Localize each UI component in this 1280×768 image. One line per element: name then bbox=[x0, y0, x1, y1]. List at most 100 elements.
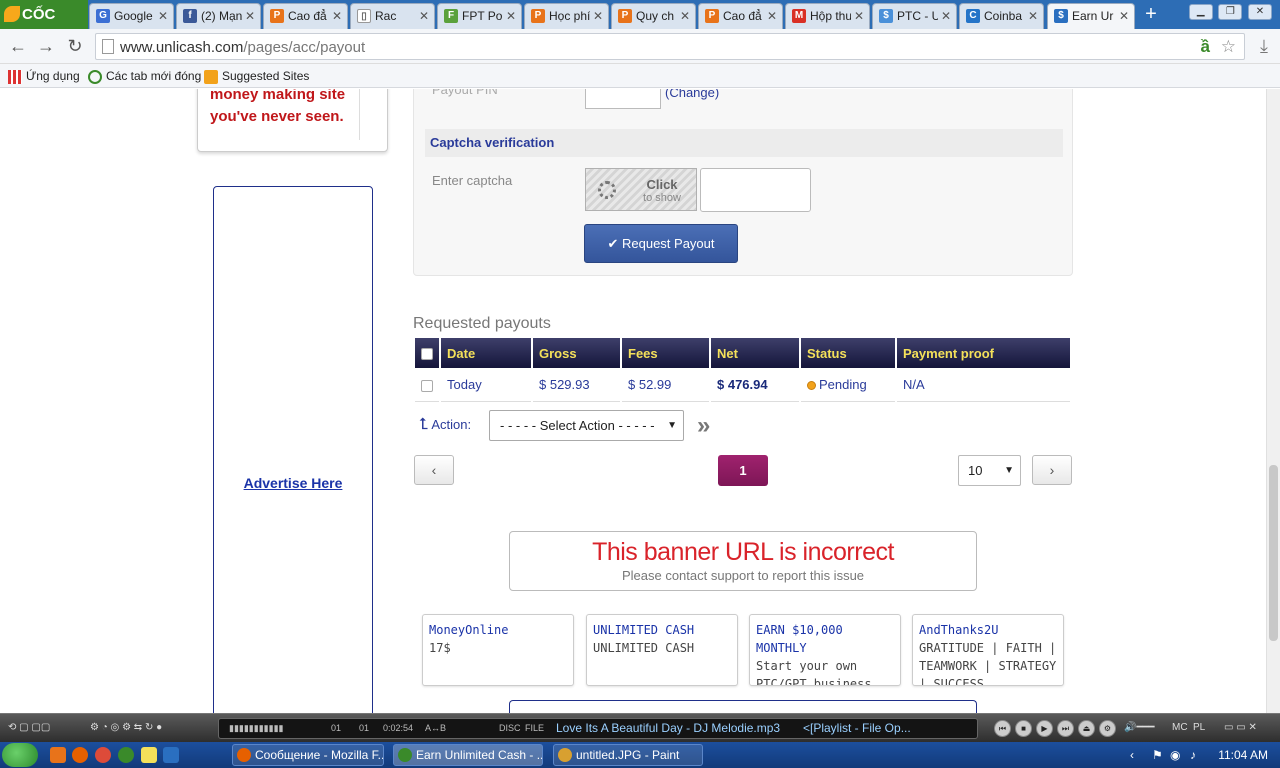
select-all-checkbox[interactable] bbox=[421, 348, 433, 361]
browser-tab[interactable]: $ PTC - U ✕ bbox=[872, 3, 957, 29]
browser-tab[interactable]: G Google ✕ bbox=[89, 3, 174, 29]
promo-scrollbar[interactable] bbox=[359, 89, 387, 140]
action-label: Action: bbox=[431, 417, 472, 432]
request-payout-button[interactable]: ✔ Request Payout bbox=[584, 224, 738, 263]
action-select[interactable]: - - - - - Select Action - - - - - ▼ bbox=[489, 410, 684, 441]
apps-grid-icon bbox=[8, 69, 22, 84]
chrome-icon[interactable] bbox=[95, 747, 111, 763]
volume-icon[interactable]: 🔊━━━ bbox=[1124, 718, 1155, 738]
page-size-select[interactable]: 10 ▼ bbox=[958, 455, 1021, 486]
suggested-sites-icon bbox=[204, 69, 218, 84]
player-menu-icons[interactable]: ⟲ ▢ ▢▢ bbox=[8, 718, 50, 738]
tab-favicon-icon: P bbox=[270, 9, 284, 23]
captcha-input[interactable] bbox=[700, 168, 811, 212]
change-pin-link[interactable]: (Change) bbox=[665, 89, 719, 100]
tab-close-icon[interactable]: ✕ bbox=[419, 4, 429, 28]
address-bar[interactable]: www.unlicash.com/pages/acc/payout ầ ☆ bbox=[95, 33, 1245, 60]
tray-volume-icon[interactable]: ♪ bbox=[1190, 742, 1196, 768]
firefox-icon[interactable] bbox=[72, 747, 88, 763]
download-icon[interactable]: ⤓ bbox=[1260, 36, 1268, 57]
tab-close-icon[interactable]: ✕ bbox=[332, 4, 342, 28]
coccoc-icon[interactable] bbox=[118, 747, 134, 763]
captcha-image[interactable]: Click to show bbox=[585, 168, 697, 211]
tab-close-icon[interactable]: ✕ bbox=[941, 4, 951, 28]
tab-close-icon[interactable]: ✕ bbox=[593, 4, 603, 28]
stop-icon[interactable]: ■ bbox=[1015, 720, 1032, 737]
tab-close-icon[interactable]: ✕ bbox=[680, 4, 690, 28]
new-tab-button[interactable]: + bbox=[1140, 4, 1162, 26]
status-cell: Pending bbox=[801, 368, 895, 402]
tray-expand-icon[interactable]: ‹ bbox=[1130, 742, 1134, 768]
back-icon[interactable]: ← bbox=[8, 36, 28, 56]
browser-tab[interactable]: P Học phí ✕ bbox=[524, 3, 609, 29]
prev-page-button[interactable]: ‹ bbox=[414, 455, 454, 485]
scrollbar-thumb[interactable] bbox=[1269, 465, 1278, 641]
quick-launch-icon[interactable] bbox=[50, 747, 66, 763]
bookmark-suggested-sites[interactable]: Suggested Sites bbox=[204, 68, 309, 84]
close-window-icon[interactable]: ✕ bbox=[1248, 4, 1272, 20]
taskbar-window-firefox[interactable]: Сообщение - Mozilla F... bbox=[232, 744, 384, 766]
coccoc-menu-button[interactable]: CỐC CỐC bbox=[0, 0, 88, 52]
start-button[interactable] bbox=[2, 743, 38, 767]
tab-close-icon[interactable]: ✕ bbox=[245, 4, 255, 28]
notepad-icon[interactable] bbox=[141, 747, 157, 763]
restore-icon[interactable]: ❐ bbox=[1218, 4, 1243, 20]
ad-card[interactable]: UNLIMITED CASH UNLIMITED CASH bbox=[586, 614, 738, 686]
browser-tab[interactable]: ▯ Rac ✕ bbox=[350, 3, 435, 29]
reload-icon[interactable]: ↻ bbox=[65, 36, 85, 56]
tab-close-icon[interactable]: ✕ bbox=[158, 4, 168, 28]
system-clock[interactable]: 11:04 AM bbox=[1218, 742, 1268, 768]
tray-network-icon[interactable]: ◉ bbox=[1170, 742, 1180, 768]
tab-close-icon[interactable]: ✕ bbox=[1028, 4, 1038, 28]
apply-action-icon[interactable]: » bbox=[697, 412, 710, 440]
tab-close-icon[interactable]: ✕ bbox=[1119, 4, 1129, 28]
play-icon[interactable]: ▶ bbox=[1036, 720, 1053, 737]
playlist-label[interactable]: <[Playlist - File Op... bbox=[803, 719, 911, 738]
requested-payouts-title: Requested payouts bbox=[413, 315, 551, 332]
advertise-here-link[interactable]: Advertise Here bbox=[214, 475, 372, 491]
taskbar-window-paint[interactable]: untitled.JPG - Paint bbox=[553, 744, 703, 766]
current-page-button[interactable]: 1 bbox=[718, 455, 768, 486]
pl-label[interactable]: PL bbox=[1193, 718, 1205, 738]
browser-tab[interactable]: $ Earn Ur ✕ bbox=[1047, 3, 1135, 29]
browser-tab[interactable]: P Cao đẳ ✕ bbox=[698, 3, 783, 29]
browser-tab[interactable]: C Coinba ✕ bbox=[959, 3, 1044, 29]
bookmark-apps[interactable]: Ứng dụng bbox=[8, 68, 80, 84]
explorer-icon[interactable] bbox=[163, 747, 179, 763]
coccoc-dictionary-icon[interactable]: ầ bbox=[1201, 37, 1210, 57]
page-scrollbar[interactable] bbox=[1266, 89, 1280, 713]
eject-icon[interactable]: ⏏ bbox=[1078, 720, 1095, 737]
minimize-icon[interactable]: ▁ bbox=[1188, 4, 1213, 20]
mc-label[interactable]: MC bbox=[1172, 718, 1188, 738]
return-arrow-icon: ⮤ bbox=[419, 416, 429, 433]
tray-flag-icon[interactable]: ⚑ bbox=[1152, 742, 1163, 768]
browser-tab[interactable]: F FPT Po ✕ bbox=[437, 3, 522, 29]
prev-track-icon[interactable]: ⏮ bbox=[994, 720, 1011, 737]
file-label[interactable]: FILE bbox=[525, 719, 544, 738]
forward-icon[interactable]: → bbox=[36, 36, 56, 56]
settings-icon[interactable]: ⚙ bbox=[1099, 720, 1116, 737]
ad-card[interactable]: EARN $10,000 MONTHLY Start your own PTC/… bbox=[749, 614, 901, 686]
ad-card[interactable]: AndThanks2U GRATITUDE | FAITH | TEAMWORK… bbox=[912, 614, 1064, 686]
ab-repeat-label[interactable]: A↔B bbox=[425, 719, 446, 738]
player-tool-icons[interactable]: ⚙ ◔ ◎ ⚙ ⇆ ↻ ● bbox=[90, 718, 162, 738]
browser-tab[interactable]: P Cao đẳ ✕ bbox=[263, 3, 348, 29]
url-text[interactable]: www.unlicash.com/pages/acc/payout bbox=[120, 39, 365, 56]
browser-tab[interactable]: f (2) Mạng✕ bbox=[176, 3, 261, 29]
browser-tab[interactable]: P Quy ch ✕ bbox=[611, 3, 696, 29]
row-checkbox[interactable] bbox=[421, 379, 433, 392]
player-window-controls[interactable]: ▭ ▭ ✕ bbox=[1224, 718, 1257, 738]
browser-tab[interactable]: M Hộp thư ✕ bbox=[785, 3, 870, 29]
next-track-icon[interactable]: ⏭ bbox=[1057, 720, 1074, 737]
media-player-bar: ⟲ ▢ ▢▢ ⚙ ◔ ◎ ⚙ ⇆ ↻ ● ▮▮▮▮▮▮▮▮▮▮▮ 01 01 0… bbox=[0, 713, 1280, 742]
tab-close-icon[interactable]: ✕ bbox=[767, 4, 777, 28]
bookmark-star-icon[interactable]: ☆ bbox=[1221, 37, 1236, 57]
tab-close-icon[interactable]: ✕ bbox=[854, 4, 864, 28]
bookmark-recent-tabs[interactable]: Các tab mới đóng bbox=[88, 68, 201, 84]
tab-close-icon[interactable]: ✕ bbox=[506, 4, 516, 28]
disc-label[interactable]: DISC bbox=[499, 719, 521, 738]
taskbar-window-coccoc[interactable]: Earn Unlimited Cash - ... bbox=[393, 744, 543, 766]
next-page-button[interactable]: › bbox=[1032, 455, 1072, 485]
ad-card[interactable]: MoneyOnline 17$ bbox=[422, 614, 574, 686]
payout-pin-input[interactable] bbox=[585, 89, 661, 109]
